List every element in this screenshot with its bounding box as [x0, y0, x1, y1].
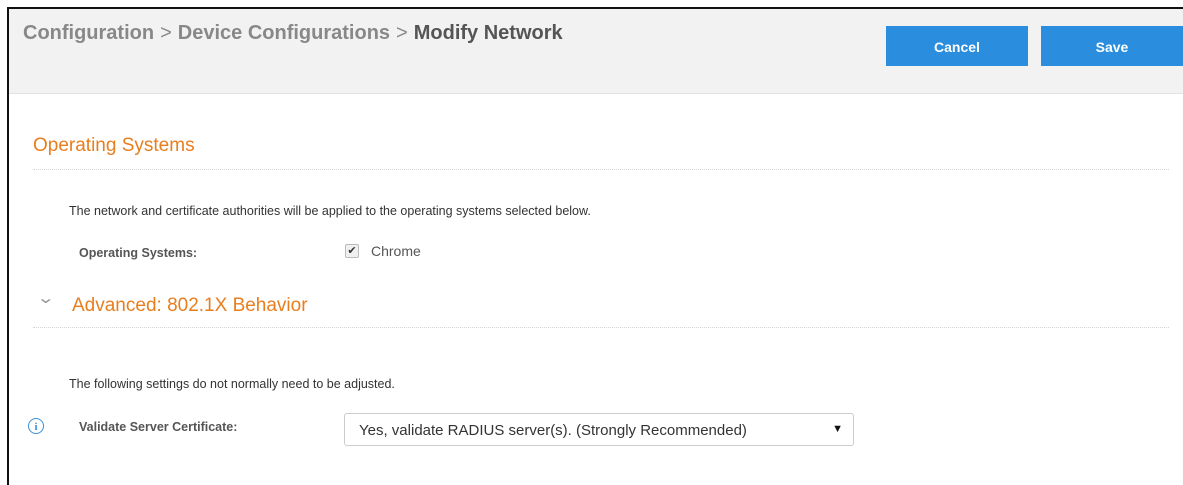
operating-systems-label: Operating Systems:: [79, 246, 198, 260]
chevron-down-icon[interactable]: ⌄: [36, 288, 55, 308]
validate-server-certificate-label: Validate Server Certificate:: [79, 420, 238, 434]
page-frame: Configuration > Device Configurations > Modi…: [7, 7, 1183, 485]
chrome-checkbox[interactable]: ✔: [345, 244, 359, 258]
section-title-operating-systems: Operating Systems: [33, 135, 195, 156]
caret-down-icon: ▼: [832, 423, 843, 435]
page-header: Configuration > Device Configurations > Modi…: [9, 9, 1183, 94]
breadcrumb: Configuration > Device Configurations > Modi…: [23, 22, 563, 45]
operating-systems-description: The network and certificate authorities …: [69, 204, 591, 218]
cancel-button[interactable]: Cancel: [886, 26, 1028, 66]
section-divider: [33, 169, 1169, 170]
chrome-checkbox-label[interactable]: Chrome: [371, 243, 421, 259]
advanced-description: The following settings do not normally n…: [69, 377, 395, 391]
breadcrumb-item-current: Modify Network: [413, 22, 563, 44]
save-button[interactable]: Save: [1041, 26, 1183, 66]
info-icon[interactable]: i: [28, 418, 44, 434]
select-value: Yes, validate RADIUS server(s). (Strongl…: [359, 422, 747, 439]
section-divider: [33, 327, 1169, 328]
breadcrumb-item-device-configurations[interactable]: Device Configurations: [178, 22, 390, 44]
section-title-advanced[interactable]: Advanced: 802.1X Behavior: [72, 295, 308, 317]
breadcrumb-separator: >: [396, 22, 408, 44]
breadcrumb-item-configuration[interactable]: Configuration: [23, 22, 154, 44]
breadcrumb-separator: >: [160, 22, 172, 44]
validate-server-certificate-select[interactable]: Yes, validate RADIUS server(s). (Strongl…: [344, 413, 854, 446]
